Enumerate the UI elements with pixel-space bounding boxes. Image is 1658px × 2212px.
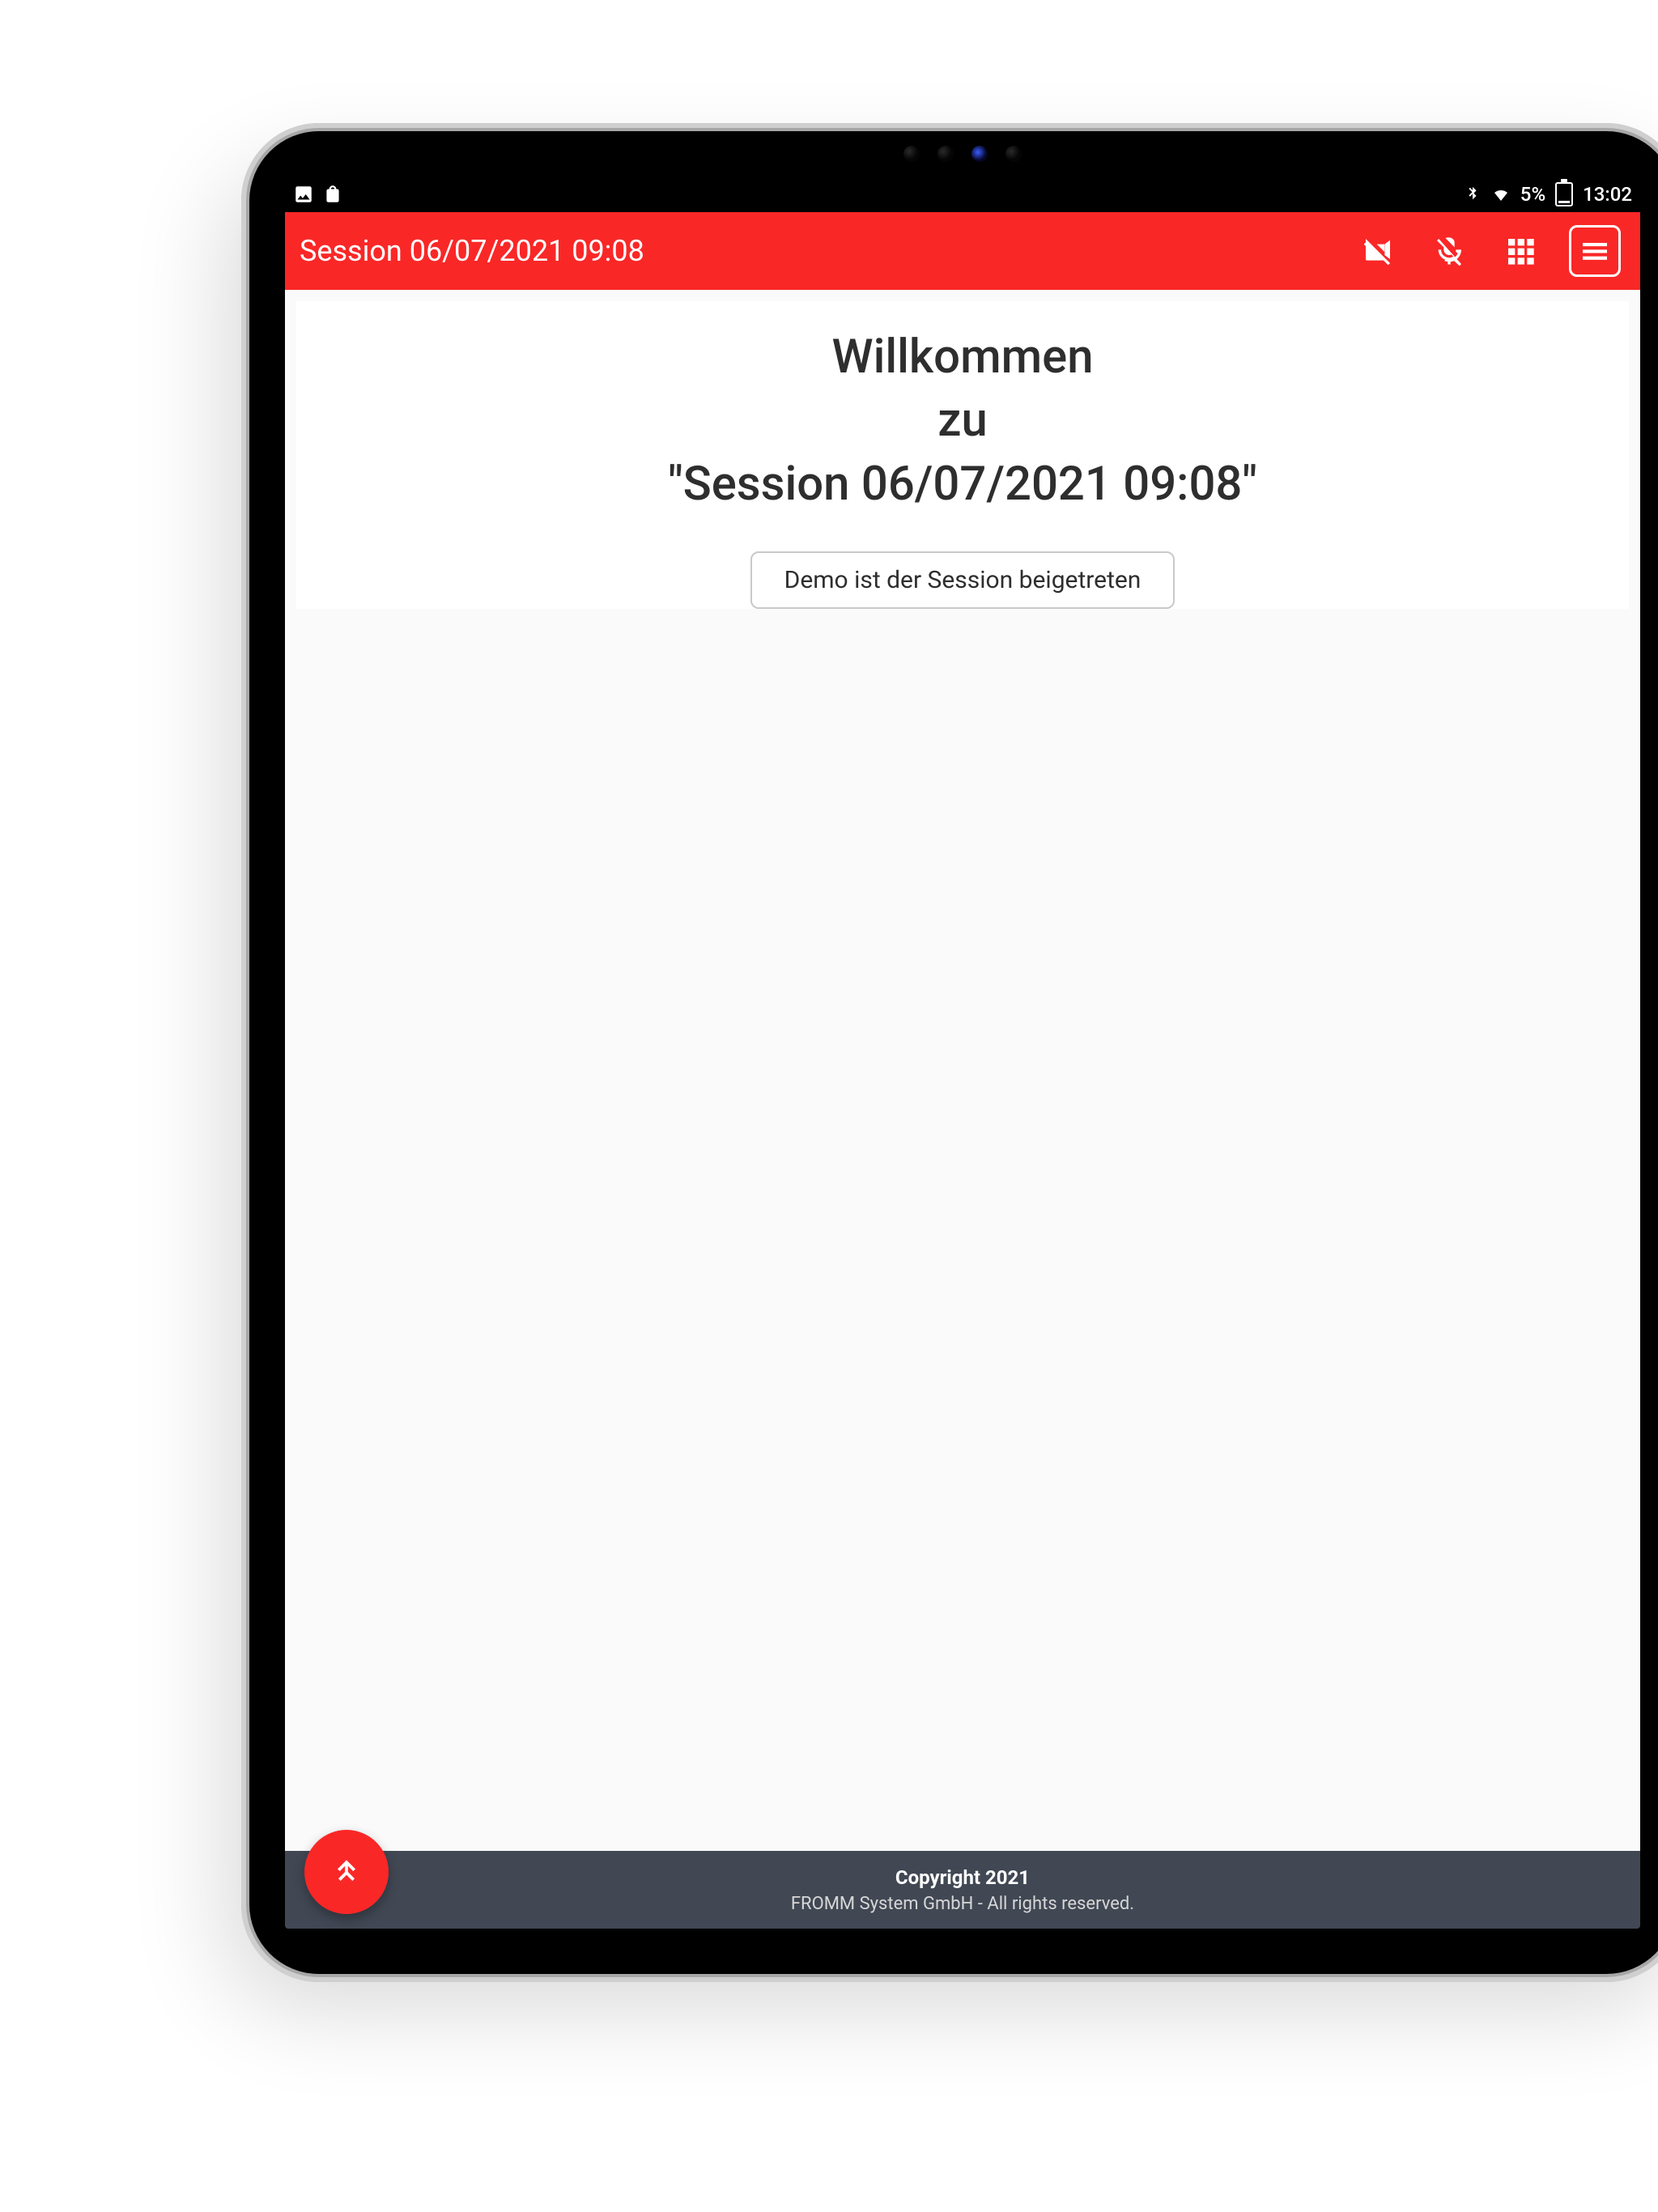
scroll-top-fab[interactable] xyxy=(304,1830,389,1914)
menu-button[interactable] xyxy=(1569,225,1621,277)
clock: 13:02 xyxy=(1583,183,1632,206)
image-notification-icon xyxy=(293,184,314,205)
grid-view-button[interactable] xyxy=(1498,228,1543,274)
sensor-dot xyxy=(937,146,954,162)
battery-percent: 5% xyxy=(1520,183,1545,206)
footer-bar: Copyright 2021 FROMM System GmbH - All r… xyxy=(285,1851,1640,1929)
front-sensors xyxy=(903,146,1022,162)
app-header: Session 06/07/2021 09:08 xyxy=(285,212,1640,290)
footer-copyright: Copyright 2021 xyxy=(285,1866,1640,1889)
welcome-card: Willkommen zu "Session 06/07/2021 09:08"… xyxy=(296,301,1629,609)
session-title: Session 06/07/2021 09:08 xyxy=(300,234,644,268)
mic-off-button[interactable] xyxy=(1426,228,1472,274)
shopping-bag-icon xyxy=(322,184,343,205)
status-bar: 5% 13:02 xyxy=(285,177,1640,212)
join-notice: Demo ist der Session beigetreten xyxy=(750,551,1175,609)
battery-icon xyxy=(1555,182,1573,206)
device-screen: 5% 13:02 Session 06/07/2021 09:08 xyxy=(285,177,1640,1929)
sensor-dot xyxy=(903,146,920,162)
wifi-icon xyxy=(1491,185,1511,204)
main-content: Willkommen zu "Session 06/07/2021 09:08"… xyxy=(285,290,1640,1851)
bluetooth-icon xyxy=(1464,185,1482,203)
camera-off-button[interactable] xyxy=(1355,228,1401,274)
welcome-line: zu xyxy=(312,389,1613,452)
welcome-line: Willkommen xyxy=(312,325,1613,389)
tablet-frame: 5% 13:02 Session 06/07/2021 09:08 xyxy=(241,123,1658,1982)
footer-company: FROMM System GmbH - All rights reserved. xyxy=(285,1894,1640,1914)
front-camera xyxy=(971,146,988,162)
welcome-line: "Session 06/07/2021 09:08" xyxy=(312,453,1613,516)
sensor-dot xyxy=(1005,146,1022,162)
tablet-bezel: 5% 13:02 Session 06/07/2021 09:08 xyxy=(249,131,1658,1974)
